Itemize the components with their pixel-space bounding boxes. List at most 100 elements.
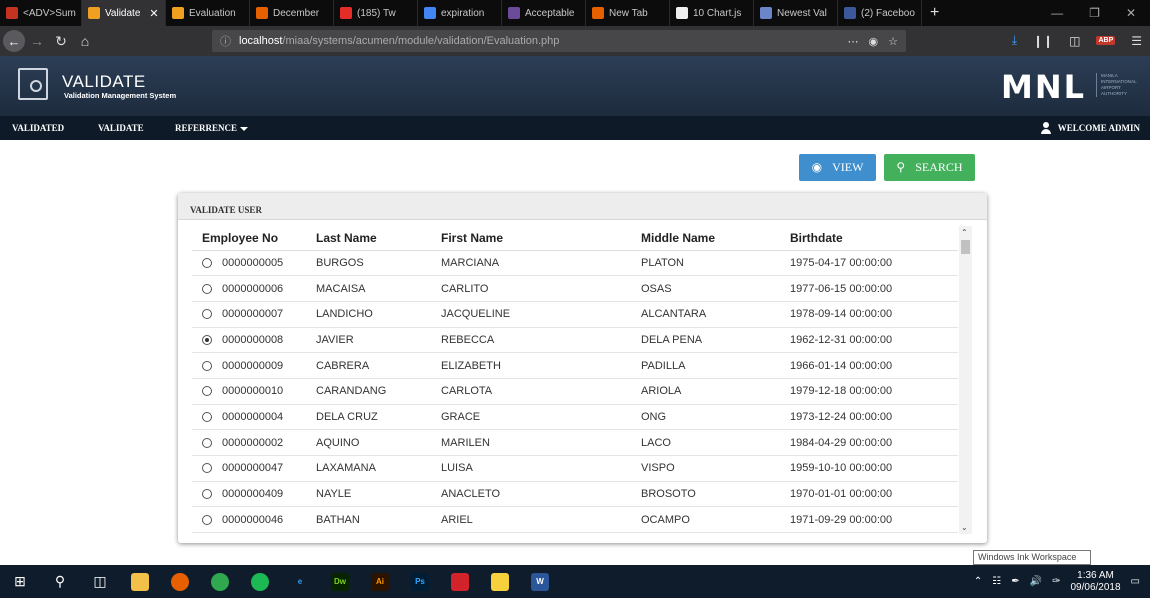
home-button[interactable]: ⌂	[73, 33, 97, 49]
menu-item-referrence[interactable]: REFERRENCE	[163, 123, 249, 133]
table-row[interactable]: 0000000010 CARANDANG CARLOTA ARIOLA 1979-12-…	[192, 378, 958, 405]
table-row[interactable]: 0000000007 LANDICHO JACQUELINE ALCANTARA 197…	[192, 301, 958, 328]
taskbar-app[interactable]: e	[280, 565, 320, 598]
taskbar-app[interactable]: W	[520, 565, 560, 598]
browser-tab[interactable]: Acceptable	[502, 0, 586, 26]
row-select-radio[interactable]	[202, 514, 212, 525]
browser-tab[interactable]: 10 Chart.js	[670, 0, 754, 26]
page-actions-icon[interactable]: ⋯	[848, 35, 859, 48]
employee-no-cell: 0000000006	[192, 275, 316, 302]
browser-tab[interactable]: (185) Tw	[334, 0, 418, 26]
taskbar-app[interactable]	[480, 565, 520, 598]
browser-tab[interactable]: <ADV>Sum	[0, 0, 82, 26]
table-row[interactable]: 0000000009 CABRERA ELIZABETH PADILLA 1966-01…	[192, 352, 958, 379]
welcome-label: WELCOME ADMIN	[1057, 123, 1140, 133]
browser-tab[interactable]: Evaluation	[166, 0, 250, 26]
back-button[interactable]: ←	[3, 30, 25, 52]
library-icon[interactable]: ❙❙	[1033, 34, 1053, 48]
welcome-user[interactable]: WELCOME ADMIN	[1040, 122, 1150, 134]
adblock-icon[interactable]: ABP	[1096, 36, 1116, 45]
taskbar-app[interactable]: Dw	[320, 565, 360, 598]
validate-user-panel: VALIDATE USER Employee No Last Name Firs…	[178, 193, 987, 543]
reload-button[interactable]: ↻	[49, 33, 73, 50]
row-select-radio[interactable]	[202, 283, 212, 294]
scroll-up-icon[interactable]: ⌃	[961, 228, 968, 237]
firefox-icon	[592, 7, 604, 19]
info-icon[interactable]: ⓘ	[220, 33, 231, 49]
clock[interactable]: 1:36 AM 09/06/2018	[1070, 570, 1120, 594]
row-select-radio[interactable]	[202, 335, 212, 345]
table-row[interactable]: 0000000002 AQUINO MARILEN LACO 1984-04-29 00…	[192, 429, 958, 456]
table-row[interactable]: 0000000005 BURGOS MARCIANA PLATON 1975-04-17…	[192, 250, 958, 277]
download-icon[interactable]: ⤓	[1012, 33, 1017, 48]
browser-tab[interactable]: Newest Val	[754, 0, 838, 26]
task-view-icon[interactable]: ◫	[80, 565, 120, 598]
first-name-cell: MARILEN	[441, 429, 641, 456]
table-row[interactable]: 0000000006 MACAISA CARLITO OSAS 1977-06-15 0…	[192, 275, 958, 302]
first-name-cell: MARCIANA	[441, 250, 641, 277]
browser-tab[interactable]: December	[250, 0, 334, 26]
restore-icon[interactable]: ❐	[1089, 6, 1100, 20]
pocket-icon[interactable]: ◉	[869, 35, 879, 48]
close-icon[interactable]: ✕	[1126, 6, 1136, 20]
taskbar-app[interactable]	[440, 565, 480, 598]
last-name-cell: LAXAMANA	[316, 455, 441, 482]
taskbar-app[interactable]	[120, 565, 160, 598]
show-hidden-icon[interactable]: ⌃	[974, 576, 982, 587]
table-row[interactable]: 0000000409 NAYLE ANACLETO BROSOTO 1970-01-01…	[192, 481, 958, 508]
volume-icon[interactable]: 🔊	[1030, 576, 1042, 587]
scroll-down-icon[interactable]: ⌄	[961, 523, 968, 532]
taskbar-app[interactable]	[240, 565, 280, 598]
search-icon[interactable]: ⚲	[40, 565, 80, 598]
column-header[interactable]: Middle Name	[641, 226, 790, 251]
table-row[interactable]: 0000000008 JAVIER REBECCA DELA PENA 1962-12-…	[192, 327, 958, 354]
row-select-radio[interactable]	[202, 360, 212, 371]
scrollbar-thumb[interactable]	[961, 240, 970, 254]
table-row[interactable]: 0000000046 BATHAN ARIEL OCAMPO 1971-09-29 00…	[192, 506, 958, 534]
row-select-radio[interactable]	[202, 489, 212, 500]
taskbar-app[interactable]: Ps	[400, 565, 440, 598]
forward-button[interactable]: →	[25, 33, 49, 49]
menu-item-validated[interactable]: VALIDATED	[0, 123, 86, 133]
windows-ink-icon[interactable]: ✑	[1052, 576, 1060, 587]
taskbar-app[interactable]	[160, 565, 200, 598]
taskbar-app[interactable]: Ai	[360, 565, 400, 598]
spotify-icon	[251, 572, 269, 591]
close-tab-icon[interactable]: ✕	[149, 7, 158, 20]
browser-tab[interactable]: New Tab	[586, 0, 670, 26]
row-select-radio[interactable]	[202, 309, 212, 320]
notification-icon[interactable]: ▭	[1131, 576, 1140, 587]
row-select-radio[interactable]	[202, 463, 212, 474]
employee-table-scroll[interactable]: Employee No Last Name First Name Middle …	[192, 226, 958, 534]
bookmark-star-icon[interactable]: ☆	[888, 35, 898, 48]
view-button[interactable]: ◉ VIEW	[799, 154, 876, 181]
url-bar[interactable]: ⓘ localhost /miaa/systems/acumen/module/…	[212, 30, 906, 52]
row-select-radio[interactable]	[202, 412, 212, 423]
last-name-cell: CABRERA	[316, 352, 441, 379]
search-button[interactable]: ⚲ SEARCH	[884, 154, 975, 181]
browser-tab[interactable]: expiration	[418, 0, 502, 26]
table-row[interactable]: 0000000004 DELA CRUZ GRACE ONG 1973-12-24 00…	[192, 404, 958, 431]
column-header[interactable]: First Name	[441, 226, 641, 251]
row-select-radio[interactable]	[202, 437, 212, 448]
column-header[interactable]: Employee No	[192, 226, 316, 251]
column-header[interactable]: Last Name	[316, 226, 441, 251]
browser-tab[interactable]: (2) Faceboo	[838, 0, 922, 26]
column-header[interactable]: Birthdate	[790, 226, 958, 251]
table-scrollbar[interactable]: ⌃ ⌄	[959, 226, 972, 534]
network-icon[interactable]: ☷	[992, 576, 1001, 587]
windows-start-icon[interactable]: ⊞	[0, 565, 40, 598]
pen-icon[interactable]: ✒	[1011, 576, 1019, 587]
minimize-icon[interactable]: —	[1051, 6, 1063, 20]
table-row[interactable]: 0000000047 LAXAMANA LUISA VISPO 1959-10-10 0…	[192, 455, 958, 482]
menu-item-validate[interactable]: VALIDATE	[86, 123, 163, 133]
middle-name-cell: PADILLA	[641, 352, 790, 379]
new-tab-button[interactable]: +	[922, 4, 947, 22]
row-select-radio[interactable]	[202, 386, 212, 397]
mnl-logo-caption: MANILA INTERNATIONAL AIRPORT AUTHORITY	[1096, 73, 1140, 97]
browser-tab[interactable]: Validate ✕	[82, 0, 166, 26]
row-select-radio[interactable]	[202, 257, 212, 268]
hamburger-menu-icon[interactable]: ☰	[1131, 34, 1142, 48]
taskbar-app[interactable]	[200, 565, 240, 598]
sidebar-icon[interactable]: ◫	[1069, 34, 1080, 48]
